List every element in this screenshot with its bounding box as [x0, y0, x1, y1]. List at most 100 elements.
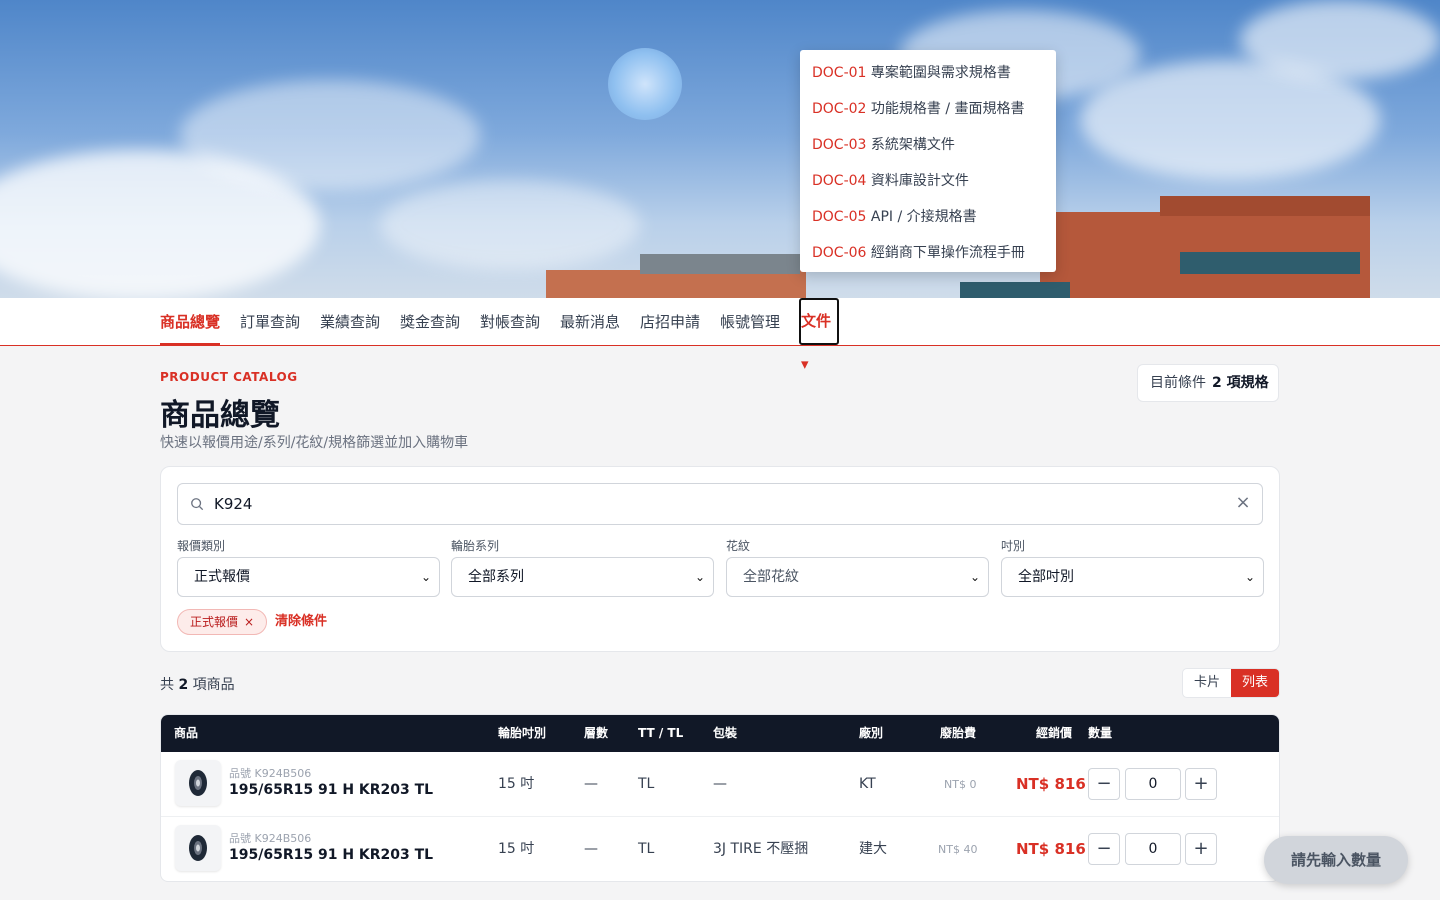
col-product: 商品	[174, 726, 199, 740]
series-value: 全部系列	[468, 569, 524, 585]
search-input[interactable]: K924	[214, 484, 1214, 524]
main-nav: 商品總覽 訂單查詢 業績查詢 獎金查詢 對帳查詢 最新消息 店招申請 帳號管理 …	[0, 298, 1440, 373]
doc-menu-item[interactable]: DOC-05 API / 介接規格書	[800, 199, 1056, 235]
view-card-button[interactable]: 卡片	[1183, 669, 1231, 697]
doc-code: DOC-05	[812, 209, 867, 225]
cell-tt-tl: TL	[638, 841, 655, 857]
hero-banner	[0, 0, 1440, 298]
count-prefix: 共	[160, 677, 174, 693]
page-eyebrow: PRODUCT CATALOG	[160, 370, 298, 384]
count-number: 2	[178, 677, 189, 693]
doc-label: API / 介接規格書	[870, 209, 977, 225]
increment-button[interactable]: +	[1185, 768, 1217, 800]
cell-ply: —	[584, 841, 598, 857]
view-toggle: 卡片 列表	[1182, 668, 1280, 698]
pattern-label: 花紋	[726, 539, 751, 553]
nav-reconciliation-query[interactable]: 對帳查詢	[480, 298, 540, 346]
page-subtitle: 快速以報價用途/系列/花紋/規格篩選並加入購物車	[160, 435, 469, 451]
cell-waste-fee: NT$ 40	[938, 843, 978, 856]
nav-product-overview[interactable]: 商品總覽	[160, 298, 221, 346]
chip-label: 正式報價	[190, 615, 239, 629]
doc-menu-item[interactable]: DOC-02 功能規格書 / 畫面規格書	[800, 91, 1056, 127]
quantity-input[interactable]: 0	[1125, 768, 1181, 800]
product-name[interactable]: 195/65R15 91 H KR203 TL	[229, 847, 433, 863]
view-list-button[interactable]: 列表	[1231, 669, 1279, 697]
doc-code: DOC-03	[812, 137, 867, 153]
size-value: 全部吋別	[1018, 569, 1074, 585]
size-select[interactable]: 全部吋別 ⌄	[1001, 557, 1264, 597]
quote-type-select[interactable]: 正式報價 ⌄	[177, 557, 440, 597]
col-waste-fee: 廢胎費	[940, 726, 977, 740]
table-row: 品號 K924B506 195/65R15 91 H KR203 TL 15 吋…	[161, 817, 1279, 881]
increment-button[interactable]: +	[1185, 833, 1217, 865]
doc-menu-item[interactable]: DOC-04 資料庫設計文件	[800, 163, 1056, 199]
chevron-down-icon: ⌄	[1244, 570, 1255, 584]
doc-menu-item[interactable]: DOC-03 系統架構文件	[800, 127, 1056, 163]
cell-waste-fee: NT$ 0	[944, 778, 977, 791]
pattern-value: 全部花紋	[743, 569, 799, 585]
chevron-down-icon: ⌄	[969, 570, 980, 584]
pattern-select[interactable]: 全部花紋 ⌄	[726, 557, 989, 597]
doc-menu-item[interactable]: DOC-06 經銷商下單操作流程手冊	[800, 235, 1056, 271]
nav-bonus-query[interactable]: 獎金查詢	[400, 298, 460, 346]
active-filter-chip[interactable]: 正式報價 ×	[177, 609, 268, 635]
col-factory: 廠別	[859, 726, 884, 740]
count-suffix: 項商品	[192, 677, 235, 693]
quote-type-value: 正式報價	[194, 569, 250, 585]
quantity-input[interactable]: 0	[1125, 833, 1181, 865]
cell-size: 15 吋	[498, 841, 535, 857]
chip-close-icon[interactable]: ×	[244, 615, 254, 629]
cell-factory: 建大	[859, 841, 887, 857]
doc-code: DOC-02	[812, 101, 867, 117]
cell-size: 15 吋	[498, 776, 535, 792]
col-tire-size: 輪胎吋別	[498, 726, 547, 740]
nav-account-management[interactable]: 帳號管理	[720, 298, 780, 346]
cell-tt-tl: TL	[638, 776, 655, 792]
doc-label: 系統架構文件	[870, 137, 955, 153]
col-dealer-price: 經銷價	[1036, 726, 1073, 740]
cell-packaging: —	[713, 776, 727, 792]
add-to-cart-button[interactable]: 請先輸入數量	[1264, 836, 1408, 884]
tire-icon	[189, 835, 207, 861]
documents-menu: DOC-01 專案範圍與需求規格書 DOC-02 功能規格書 / 畫面規格書 D…	[800, 50, 1056, 272]
doc-label: 功能規格書 / 畫面規格書	[870, 101, 1025, 117]
search-icon	[191, 498, 204, 511]
col-tt-tl: TT / TL	[638, 726, 684, 740]
filter-panel: K924 × 報價類別 正式報價 ⌄ 輪胎系列 全部系列 ⌄ 花紋 全部花紋 ⌄ 吋別…	[160, 466, 1280, 652]
nav-signboard-apply[interactable]: 店招申請	[640, 298, 700, 346]
product-sku: 品號 K924B506	[229, 767, 312, 780]
decrement-button[interactable]: −	[1088, 768, 1120, 800]
cell-factory: KT	[859, 776, 876, 792]
tire-icon	[189, 770, 207, 796]
series-select[interactable]: 全部系列 ⌄	[451, 557, 714, 597]
table-header: 商品 輪胎吋別 層數 TT / TL 包裝 廠別 廢胎費 經銷價 數量	[161, 715, 1279, 752]
table-row: 品號 K924B506 195/65R15 91 H KR203 TL 15 吋…	[161, 752, 1279, 817]
clear-search-icon[interactable]: ×	[1234, 494, 1252, 512]
cond-value: 2 項規格	[1212, 375, 1269, 391]
doc-code: DOC-01	[812, 65, 867, 81]
chevron-down-icon: ⌄	[694, 570, 705, 584]
tire-thumbnail	[175, 825, 221, 871]
nav-performance-query[interactable]: 業績查詢	[320, 298, 380, 346]
doc-code: DOC-06	[812, 245, 867, 261]
decrement-button[interactable]: −	[1088, 833, 1120, 865]
chevron-down-icon: ⌄	[420, 570, 431, 584]
doc-label: 專案範圍與需求規格書	[870, 65, 1011, 81]
clear-filters-link[interactable]: 清除條件	[275, 609, 327, 635]
product-name[interactable]: 195/65R15 91 H KR203 TL	[229, 782, 433, 798]
sun-glare	[608, 48, 682, 120]
nav-news[interactable]: 最新消息	[560, 298, 620, 346]
col-packaging: 包裝	[713, 726, 738, 740]
doc-code: DOC-04	[812, 173, 867, 189]
cell-dealer-price: NT$ 816	[1016, 775, 1086, 793]
doc-menu-item[interactable]: DOC-01 專案範圍與需求規格書	[800, 55, 1056, 91]
search-box[interactable]: K924 ×	[177, 483, 1263, 525]
col-ply: 層數	[584, 726, 609, 740]
nav-documents-dropdown[interactable]: 文件▾	[799, 298, 839, 373]
quote-type-label: 報價類別	[177, 539, 226, 553]
doc-label: 經銷商下單操作流程手冊	[870, 245, 1025, 261]
col-quantity: 數量	[1088, 726, 1113, 740]
size-label: 吋別	[1001, 539, 1026, 553]
series-label: 輪胎系列	[451, 539, 500, 553]
nav-order-query[interactable]: 訂單查詢	[240, 298, 300, 346]
